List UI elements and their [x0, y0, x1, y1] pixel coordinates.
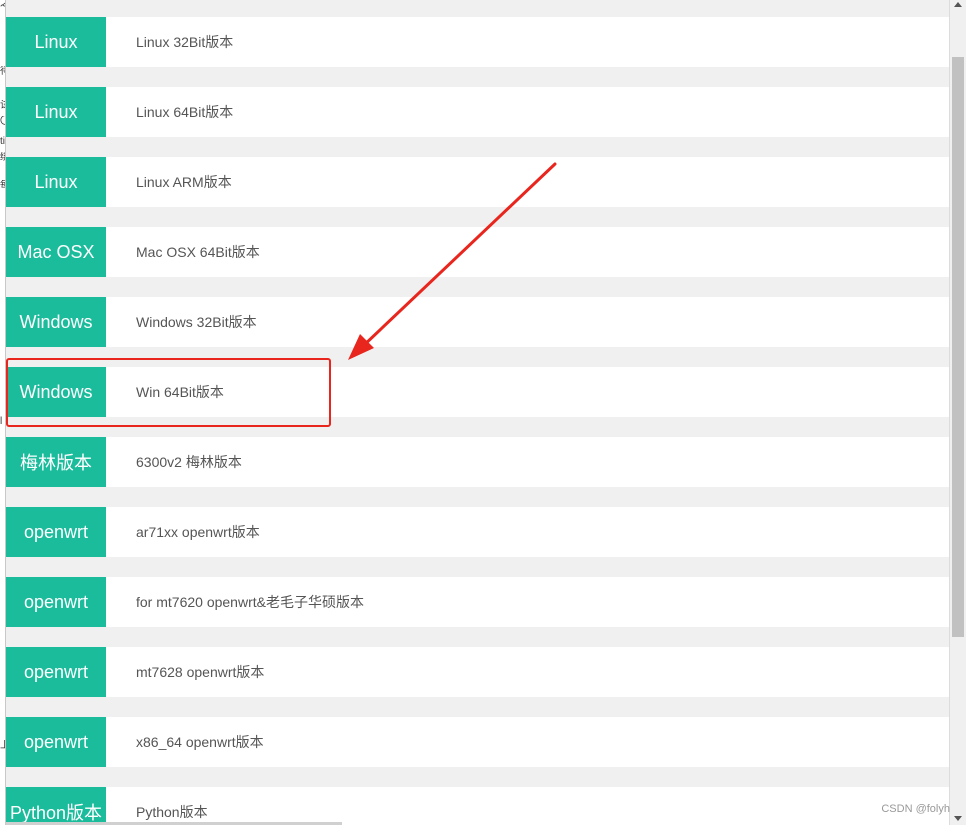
platform-tag[interactable]: Windows — [6, 367, 106, 417]
download-item-openwrt-x86-64[interactable]: openwrt x86_64 openwrt版本 — [6, 717, 949, 767]
watermark-text: CSDN @folyh — [881, 803, 950, 815]
download-link[interactable]: Python版本 — [106, 787, 208, 825]
platform-tag[interactable]: openwrt — [6, 507, 106, 557]
download-item-windows-64bit[interactable]: Windows Win 64Bit版本 — [6, 367, 949, 417]
scroll-down-arrow-icon[interactable] — [954, 816, 962, 821]
platform-tag[interactable]: 梅林版本 — [6, 437, 106, 487]
download-link[interactable]: Win 64Bit版本 — [106, 367, 224, 417]
download-item-linux-32bit[interactable]: Linux Linux 32Bit版本 — [6, 17, 949, 67]
platform-tag[interactable]: Linux — [6, 157, 106, 207]
download-link[interactable]: Linux 32Bit版本 — [106, 17, 233, 67]
platform-tag[interactable]: Linux — [6, 17, 106, 67]
download-page: 之 待 试 〇 ti 绑 每 l 上 Linux Linux 32Bit版本 L… — [0, 0, 966, 825]
download-item-openwrt-ar71xx[interactable]: openwrt ar71xx openwrt版本 — [6, 507, 949, 557]
download-item-windows-32bit[interactable]: Windows Windows 32Bit版本 — [6, 297, 949, 347]
download-link[interactable]: mt7628 openwrt版本 — [106, 647, 264, 697]
download-item-python[interactable]: Python版本 Python版本 — [6, 787, 949, 825]
download-link[interactable]: 6300v2 梅林版本 — [106, 437, 242, 487]
platform-tag[interactable]: openwrt — [6, 647, 106, 697]
download-link[interactable]: Windows 32Bit版本 — [106, 297, 257, 347]
download-link[interactable]: Linux 64Bit版本 — [106, 87, 233, 137]
download-link[interactable]: for mt7620 openwrt&老毛子华硕版本 — [106, 577, 364, 627]
download-item-mac-osx[interactable]: Mac OSX Mac OSX 64Bit版本 — [6, 227, 949, 277]
download-item-merlin[interactable]: 梅林版本 6300v2 梅林版本 — [6, 437, 949, 487]
download-link[interactable]: x86_64 openwrt版本 — [106, 717, 264, 767]
download-item-openwrt-mt7628[interactable]: openwrt mt7628 openwrt版本 — [6, 647, 949, 697]
download-link[interactable]: ar71xx openwrt版本 — [106, 507, 260, 557]
vertical-scrollbar[interactable] — [949, 0, 966, 825]
platform-tag[interactable]: Windows — [6, 297, 106, 347]
platform-tag[interactable]: openwrt — [6, 717, 106, 767]
platform-tag[interactable]: openwrt — [6, 577, 106, 627]
platform-tag[interactable]: Mac OSX — [6, 227, 106, 277]
download-item-openwrt-mt7620[interactable]: openwrt for mt7620 openwrt&老毛子华硕版本 — [6, 577, 949, 627]
scroll-up-arrow-icon[interactable] — [954, 2, 962, 7]
download-link[interactable]: Linux ARM版本 — [106, 157, 232, 207]
scrollbar-thumb[interactable] — [952, 57, 964, 637]
edge-text: 之 — [0, 0, 5, 10]
platform-tag[interactable]: Python版本 — [6, 787, 106, 825]
platform-tag[interactable]: Linux — [6, 87, 106, 137]
download-link[interactable]: Mac OSX 64Bit版本 — [106, 227, 260, 277]
download-item-linux-arm[interactable]: Linux Linux ARM版本 — [6, 157, 949, 207]
download-item-linux-64bit[interactable]: Linux Linux 64Bit版本 — [6, 87, 949, 137]
download-list: Linux Linux 32Bit版本 Linux Linux 64Bit版本 … — [6, 17, 949, 825]
